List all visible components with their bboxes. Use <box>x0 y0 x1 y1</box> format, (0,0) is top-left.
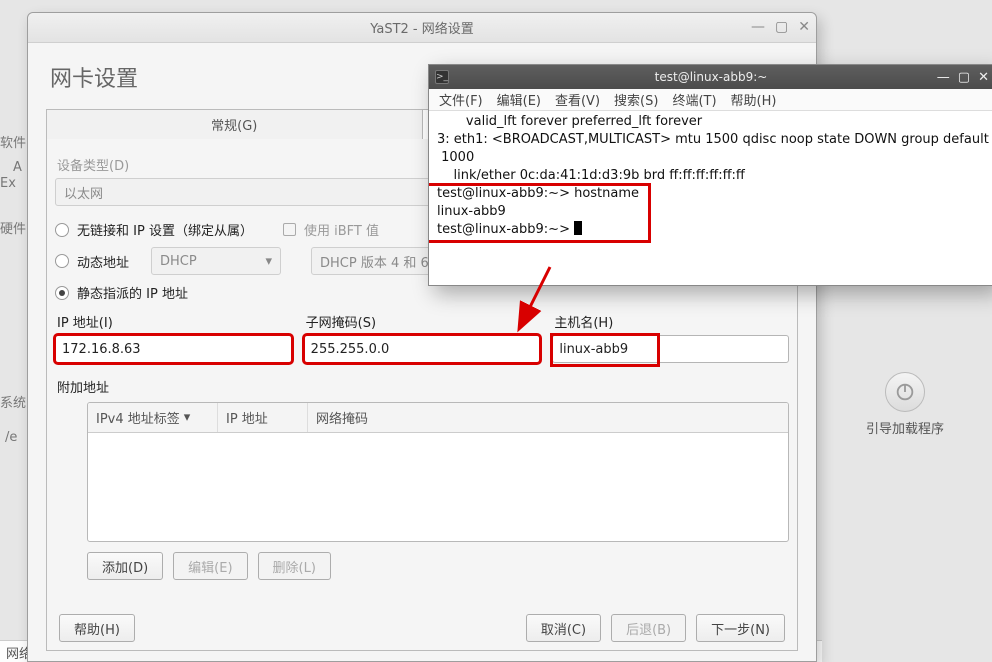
bootloader-label: 引导加载程序 <box>866 422 944 437</box>
terminal-titlebar[interactable]: >_ test@linux-abb9:~ — ▢ ✕ <box>429 65 992 89</box>
add-button[interactable]: 添加(D) <box>87 552 163 580</box>
subnet-value: 255.255.0.0 <box>311 342 390 357</box>
yast-titlebar[interactable]: YaST2 - 网络设置 — ▢ ✕ <box>28 13 816 43</box>
dhcp-select: DHCP ▾ <box>151 247 281 275</box>
nolink-radio[interactable] <box>55 223 69 237</box>
terminal-menubar: 文件(F) 编辑(E) 查看(V) 搜索(S) 终端(T) 帮助(H) <box>429 89 992 111</box>
ip-input[interactable]: 172.16.8.63 <box>55 335 292 363</box>
power-icon <box>885 372 925 412</box>
menu-edit[interactable]: 编辑(E) <box>497 90 541 109</box>
term-line: valid_lft forever preferred_lft forever <box>437 114 702 129</box>
bg-label: Ex <box>0 176 16 191</box>
device-type-value: 以太网 <box>64 183 103 202</box>
hostname-input[interactable]: linux-abb9 <box>552 335 789 363</box>
lv-col-ipv4-label[interactable]: IPv4 地址标签 ▾ <box>88 403 218 432</box>
close-icon[interactable]: ✕ <box>978 70 989 85</box>
back-button: 后退(B) <box>611 614 686 642</box>
nolink-radio-label: 无链接和 IP 设置（绑定从属） <box>77 220 253 239</box>
term-line: test@linux-abb9:~> <box>437 222 574 237</box>
additional-addr-label: 附加地址 <box>57 381 109 396</box>
use-ibft-label: 使用 iBFT 值 <box>304 220 379 239</box>
bg-label: 软件 <box>0 132 26 151</box>
term-line: 1000 <box>437 150 474 165</box>
use-ibft-checkbox <box>283 223 296 236</box>
bg-label: A <box>13 160 22 175</box>
tab-general-label: 常规(G) <box>211 115 257 134</box>
term-line: link/ether 0c:da:41:1d:d3:9b brd ff:ff:f… <box>437 168 745 183</box>
bg-label: 硬件 <box>0 218 26 237</box>
subnet-input[interactable]: 255.255.0.0 <box>304 335 541 363</box>
chevron-down-icon: ▾ <box>265 254 272 269</box>
cursor-icon <box>574 221 582 235</box>
term-line: 3: eth1: <BROADCAST,MULTICAST> mtu 1500 … <box>437 132 992 147</box>
subnet-label: 子网掩码(S) <box>306 312 539 331</box>
close-icon[interactable]: ✕ <box>798 19 810 35</box>
menu-help[interactable]: 帮助(H) <box>731 90 777 109</box>
term-line: test@linux-abb9:~> hostname <box>437 186 639 201</box>
static-radio-label: 静态指派的 IP 地址 <box>77 283 188 302</box>
dhcp-version-value: DHCP 版本 4 和 6 <box>320 252 429 271</box>
dhcp-select-value: DHCP <box>160 254 197 269</box>
maximize-icon[interactable]: ▢ <box>958 70 970 85</box>
menu-search[interactable]: 搜索(S) <box>614 90 658 109</box>
maximize-icon[interactable]: ▢ <box>775 19 788 35</box>
bg-label: 系统 <box>0 392 26 411</box>
static-radio[interactable] <box>55 286 69 300</box>
lv-col-ip[interactable]: IP 地址 <box>218 403 308 432</box>
dynamic-radio[interactable] <box>55 254 69 268</box>
hostname-label: 主机名(H) <box>554 312 787 331</box>
terminal-body[interactable]: valid_lft forever preferred_lft forever … <box>429 111 992 285</box>
minimize-icon[interactable]: — <box>937 70 950 85</box>
menu-file[interactable]: 文件(F) <box>439 90 483 109</box>
terminal-icon: >_ <box>435 70 449 84</box>
additional-addr-listview[interactable]: IPv4 地址标签 ▾ IP 地址 网络掩码 <box>87 402 789 542</box>
ip-value: 172.16.8.63 <box>62 342 141 357</box>
bootloader-launcher[interactable]: 引导加载程序 <box>850 372 960 437</box>
terminal-title: test@linux-abb9:~ <box>655 70 768 84</box>
terminal-window: >_ test@linux-abb9:~ — ▢ ✕ 文件(F) 编辑(E) 查… <box>428 64 992 286</box>
bg-label: /e <box>5 430 17 445</box>
yast-window-title: YaST2 - 网络设置 <box>370 18 474 37</box>
delete-button: 删除(L) <box>258 552 331 580</box>
cancel-button[interactable]: 取消(C) <box>526 614 601 642</box>
help-button[interactable]: 帮助(H) <box>59 614 135 642</box>
ip-label: IP 地址(I) <box>57 312 290 331</box>
menu-terminal[interactable]: 终端(T) <box>672 90 716 109</box>
term-line: linux-abb9 <box>437 204 506 219</box>
lv-col-netmask[interactable]: 网络掩码 <box>308 403 788 432</box>
dynamic-radio-label: 动态地址 <box>77 252 129 271</box>
next-button[interactable]: 下一步(N) <box>696 614 785 642</box>
minimize-icon[interactable]: — <box>751 19 765 35</box>
edit-button: 编辑(E) <box>173 552 247 580</box>
tab-general[interactable]: 常规(G) <box>46 109 423 139</box>
chevron-down-icon: ▾ <box>184 410 191 425</box>
menu-view[interactable]: 查看(V) <box>555 90 600 109</box>
